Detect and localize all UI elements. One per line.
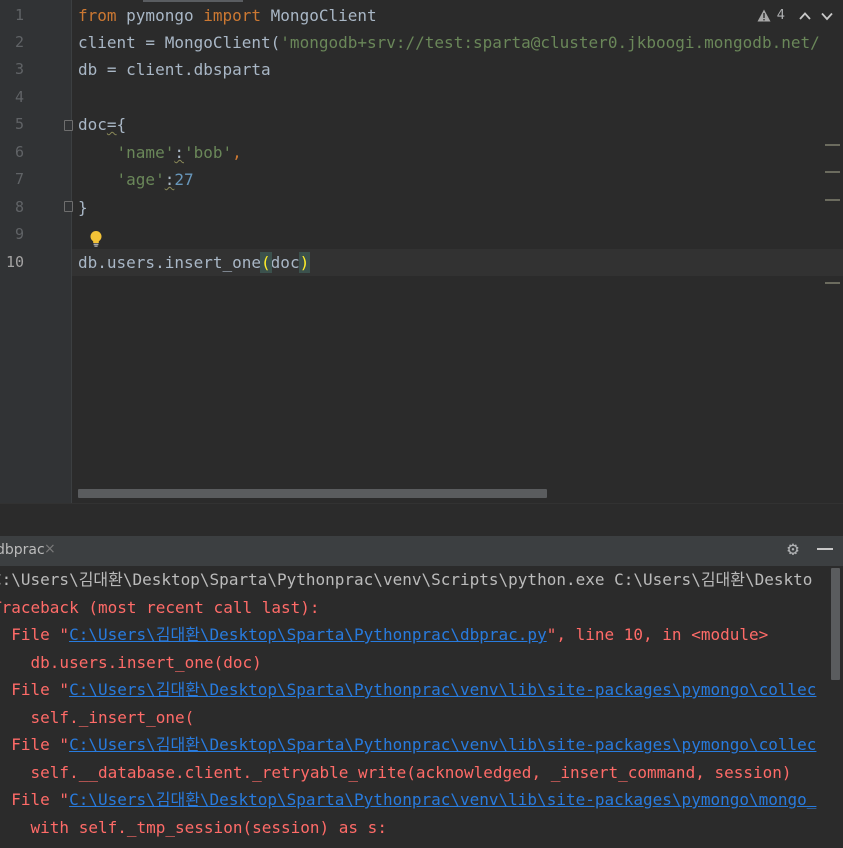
line-number: 4 [14, 88, 24, 106]
close-brace: } [78, 198, 88, 217]
file-suffix: ", line 10, in <module> [546, 625, 769, 644]
vertical-scrollbar[interactable] [831, 568, 840, 680]
run-console-output[interactable]: C:\Users\김대환\Desktop\Sparta\Pythonprac\v… [0, 566, 843, 848]
line-number-gutter[interactable]: 1 2 3 4 5 6 7 8 9 10 [0, 0, 73, 503]
code-text: db = client.dbsparta [78, 60, 271, 79]
keyword-import: import [203, 6, 262, 25]
error-stripe-mark[interactable] [825, 171, 840, 173]
line-number: 1 [14, 6, 24, 24]
traceback-file-line: File "C:\Users\김대환\Desktop\Sparta\Python… [0, 676, 816, 703]
file-prefix: File " [11, 625, 70, 644]
dict-value: 'bob' [183, 143, 233, 162]
argument: doc [270, 253, 300, 272]
code-text: client = MongoClient( [78, 33, 281, 52]
line-number: 7 [14, 170, 24, 188]
comma: , [232, 143, 242, 162]
run-tab-label[interactable]: dbprac [0, 542, 45, 558]
code-text: db.users.insert_one [78, 253, 262, 272]
line-number: 2 [14, 33, 24, 51]
dict-key: 'name' [116, 143, 175, 162]
import-name: MongoClient [261, 6, 377, 25]
file-prefix: File " [11, 790, 70, 809]
line-number: 9 [14, 225, 24, 243]
traceback-header: Traceback (most recent call last): [0, 598, 320, 617]
minimize-icon[interactable] [817, 548, 833, 550]
code-line-1[interactable]: from pymongo import MongoClient [78, 2, 377, 29]
inspection-widget[interactable]: 4 [757, 8, 835, 23]
line-number: 6 [14, 143, 24, 161]
file-prefix: File " [11, 680, 70, 699]
code-line-7[interactable]: 'age':27 [78, 166, 194, 193]
line-number: 5 [14, 115, 24, 133]
lightbulb-icon[interactable] [89, 230, 103, 248]
paren-match-open: ( [260, 252, 272, 273]
error-stripe-mark[interactable] [825, 144, 840, 146]
paren-match-close: ) [298, 252, 311, 273]
colon-warning: : [164, 170, 175, 189]
close-icon[interactable]: × [44, 541, 56, 557]
code-line-8[interactable]: } [78, 194, 88, 221]
keyword-from: from [78, 6, 117, 25]
file-link[interactable]: C:\Users\김대환\Desktop\Sparta\Pythonprac\d… [69, 625, 547, 644]
code-line-6[interactable]: 'name':'bob', [78, 139, 242, 166]
console-command-line: C:\Users\김대환\Desktop\Sparta\Pythonprac\v… [0, 570, 813, 589]
chevron-up-icon[interactable] [797, 9, 813, 23]
fold-marker-open-icon[interactable] [64, 120, 73, 131]
fold-marker-close-icon[interactable] [64, 201, 73, 212]
code-line-5[interactable]: doc={ [78, 111, 126, 138]
operator-warning: = [106, 115, 117, 134]
file-link[interactable]: C:\Users\김대환\Desktop\Sparta\Pythonprac\v… [69, 790, 816, 809]
file-link[interactable]: C:\Users\김대환\Desktop\Sparta\Pythonprac\v… [69, 735, 816, 754]
traceback-file-line: File "C:\Users\김대환\Desktop\Sparta\Python… [0, 786, 816, 813]
run-tool-window-header: dbprac × [0, 536, 843, 567]
code-line-10[interactable]: db.users.insert_one(doc) [78, 249, 311, 276]
code-editor[interactable]: 1 2 3 4 5 6 7 8 9 10 from pymongo import… [0, 0, 843, 503]
colon-warning: : [174, 143, 184, 162]
file-link[interactable]: C:\Users\김대환\Desktop\Sparta\Pythonprac\v… [69, 680, 816, 699]
panel-divider[interactable] [0, 503, 843, 537]
line-number: 3 [14, 60, 24, 78]
connection-string: 'mongodb+srv://test:sparta@cluster0.jkbo… [280, 33, 820, 52]
traceback-code-line: db.users.insert_one(doc) [0, 653, 262, 672]
traceback-file-line: File "C:\Users\김대환\Desktop\Sparta\Python… [0, 621, 768, 648]
code-line-3[interactable]: db = client.dbsparta [78, 56, 271, 83]
horizontal-scrollbar[interactable] [78, 489, 547, 498]
chevron-down-icon[interactable] [819, 9, 835, 23]
line-number-active: 10 [5, 253, 24, 271]
module-name: pymongo [116, 6, 204, 25]
gear-icon[interactable]: ⚙ [784, 540, 802, 559]
warning-triangle-icon [757, 9, 771, 22]
traceback-code-line: self.__database.client._retryable_write(… [0, 763, 792, 782]
traceback-file-line: File "C:\Users\김대환\Desktop\Sparta\Python… [0, 731, 816, 758]
warning-count: 4 [776, 8, 785, 23]
code-line-2[interactable]: client = MongoClient('mongodb+srv://test… [78, 29, 820, 56]
error-stripe-mark[interactable] [825, 199, 840, 201]
open-brace: { [116, 115, 127, 134]
traceback-code-line: self._insert_one( [0, 708, 195, 727]
traceback-code-line: with self._tmp_session(session) as s: [0, 818, 387, 837]
error-stripe-mark[interactable] [825, 282, 840, 284]
file-prefix: File " [11, 735, 70, 754]
dict-value: 27 [174, 170, 194, 189]
variable-doc: doc [78, 115, 107, 134]
line-number: 8 [14, 198, 24, 216]
dict-key: 'age' [116, 170, 165, 189]
